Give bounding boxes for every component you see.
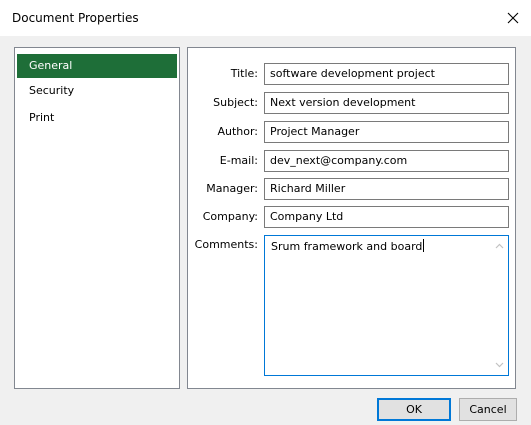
close-icon — [507, 12, 519, 24]
sidebar-item-print[interactable]: Print — [17, 106, 177, 130]
scroll-up-icon[interactable] — [495, 242, 504, 251]
comments-textarea[interactable]: Srum framework and board — [264, 235, 509, 376]
subject-label: Subject: — [213, 96, 258, 109]
email-label: E-mail: — [219, 154, 258, 167]
manager-label: Manager: — [206, 182, 258, 195]
sidebar-item-general[interactable]: General — [17, 54, 177, 78]
author-input[interactable]: Project Manager — [264, 121, 509, 143]
ok-button[interactable]: OK — [377, 398, 451, 421]
title-bar: Document Properties — [0, 0, 531, 36]
sidebar-item-security[interactable]: Security — [17, 79, 177, 103]
author-label: Author: — [217, 125, 258, 138]
title-input[interactable]: software development project — [264, 63, 509, 85]
comments-scrollbar[interactable] — [491, 236, 508, 375]
category-list: General Security Print — [14, 47, 180, 389]
dialog-title: Document Properties — [12, 11, 139, 25]
manager-input[interactable]: Richard Miller — [264, 178, 509, 200]
document-properties-dialog: Document Properties General Security Pri… — [0, 0, 531, 425]
close-button[interactable] — [495, 0, 531, 36]
subject-input[interactable]: Next version development — [264, 92, 509, 114]
cancel-button[interactable]: Cancel — [459, 398, 517, 421]
scroll-down-icon[interactable] — [495, 360, 504, 369]
email-input[interactable]: dev_next@company.com — [264, 150, 509, 172]
comments-label: Comments: — [194, 238, 258, 251]
company-label: Company: — [202, 210, 258, 223]
title-label: Title: — [230, 67, 258, 80]
comments-text: Srum framework and board — [271, 240, 423, 253]
company-input[interactable]: Company Ltd — [264, 206, 509, 228]
text-caret — [423, 239, 425, 252]
general-panel: Title: software development project Subj… — [187, 47, 516, 389]
